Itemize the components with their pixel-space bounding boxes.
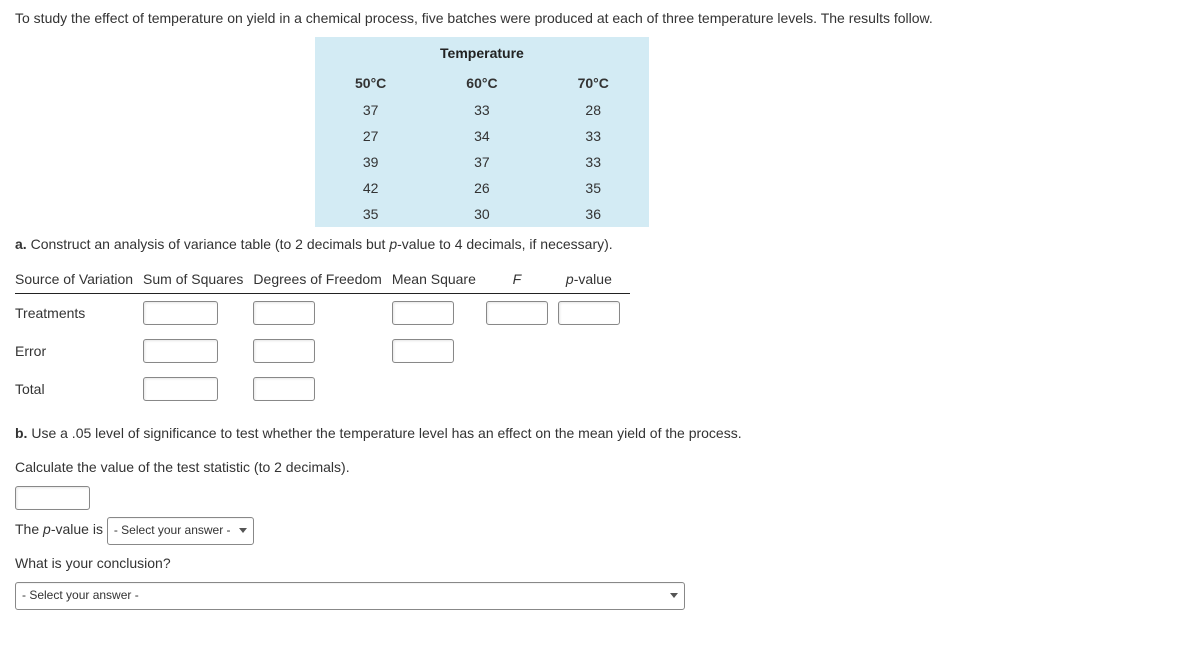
cell: 33	[538, 123, 649, 149]
treatments-f-input[interactable]	[486, 301, 548, 325]
test-statistic-input[interactable]	[15, 486, 90, 510]
cell: 26	[426, 175, 537, 201]
chevron-down-icon	[239, 528, 247, 533]
anova-header-ss: Sum of Squares	[143, 265, 253, 294]
error-ss-input[interactable]	[143, 339, 218, 363]
part-b-label: b.	[15, 425, 27, 441]
total-ss-input[interactable]	[143, 377, 218, 401]
col-header: 60°C	[426, 69, 537, 97]
anova-table: Source of Variation Sum of Squares Degre…	[15, 265, 630, 408]
cell: 27	[315, 123, 426, 149]
treatments-ss-input[interactable]	[143, 301, 218, 325]
table-row: Total	[15, 370, 630, 408]
cell: 33	[538, 149, 649, 175]
intro-text: To study the effect of temperature on yi…	[15, 8, 1185, 29]
conclusion-question: What is your conclusion?	[15, 551, 1185, 576]
treatments-df-input[interactable]	[253, 301, 315, 325]
cell: 37	[315, 97, 426, 123]
error-df-input[interactable]	[253, 339, 315, 363]
pvalue-select[interactable]: - Select your answer -	[107, 517, 254, 545]
cell: 28	[538, 97, 649, 123]
cell: 42	[315, 175, 426, 201]
table-super-header: Temperature	[315, 37, 649, 69]
calc-instruction: Calculate the value of the test statisti…	[15, 455, 1185, 480]
anova-header-source: Source of Variation	[15, 265, 143, 294]
cell: 39	[315, 149, 426, 175]
conclusion-select[interactable]: - Select your answer -	[15, 582, 685, 610]
anova-header-pvalue: p-value	[558, 265, 630, 294]
cell: 35	[315, 201, 426, 227]
part-a-label: a.	[15, 236, 27, 252]
table-row: Error	[15, 332, 630, 370]
anova-header-df: Degrees of Freedom	[253, 265, 391, 294]
cell: 35	[538, 175, 649, 201]
part-b-instruction: b. Use a .05 level of significance to te…	[15, 422, 1185, 444]
anova-header-ms: Mean Square	[392, 265, 486, 294]
row-label-treatments: Treatments	[15, 294, 143, 333]
cell: 33	[426, 97, 537, 123]
select-label: - Select your answer -	[114, 520, 231, 542]
row-label-total: Total	[15, 370, 143, 408]
col-header: 50°C	[315, 69, 426, 97]
part-a-instruction: a. Construct an analysis of variance tab…	[15, 233, 1185, 255]
row-label-error: Error	[15, 332, 143, 370]
error-ms-input[interactable]	[392, 339, 454, 363]
treatments-ms-input[interactable]	[392, 301, 454, 325]
table-row: Treatments	[15, 294, 630, 333]
cell: 37	[426, 149, 537, 175]
cell: 36	[538, 201, 649, 227]
treatments-pvalue-input[interactable]	[558, 301, 620, 325]
cell: 30	[426, 201, 537, 227]
total-df-input[interactable]	[253, 377, 315, 401]
temperature-data-table: Temperature 50°C 60°C 70°C 373328 273433…	[315, 37, 649, 227]
select-label: - Select your answer -	[22, 585, 139, 607]
cell: 34	[426, 123, 537, 149]
col-header: 70°C	[538, 69, 649, 97]
pvalue-line: The p-value is - Select your answer -	[15, 517, 1185, 545]
chevron-down-icon	[670, 593, 678, 598]
anova-header-f: F	[486, 265, 558, 294]
